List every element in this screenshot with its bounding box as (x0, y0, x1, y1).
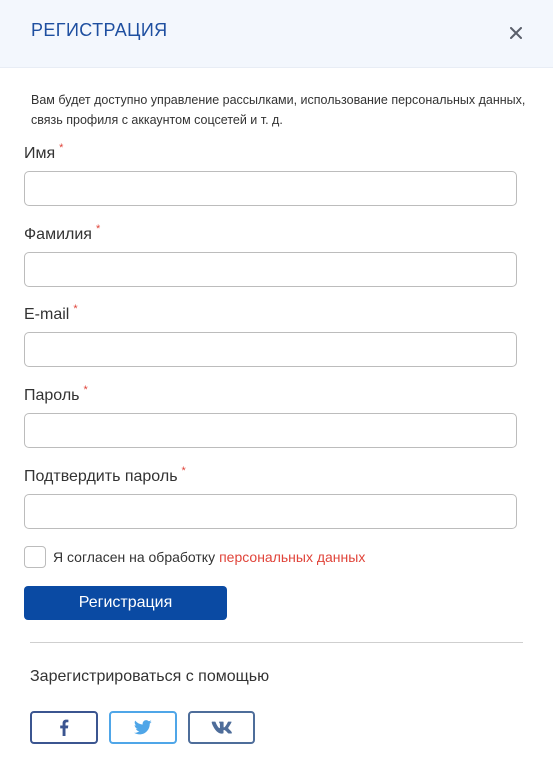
twitter-icon (134, 720, 152, 735)
required-marker: * (59, 142, 64, 154)
twitter-button[interactable] (109, 711, 177, 744)
facebook-button[interactable] (30, 711, 98, 744)
last-name-label-text: Фамилия (24, 226, 92, 243)
email-label-text: E-mail (24, 306, 70, 323)
first-name-label: Имя * (24, 142, 64, 163)
close-button[interactable] (503, 20, 529, 46)
required-marker: * (95, 223, 101, 235)
email-label: E-mail * (24, 303, 78, 324)
first-name-label-text: Имя (24, 145, 56, 162)
intro-text: Вам будет доступно управление рассылками… (31, 93, 526, 127)
vk-button[interactable] (188, 711, 255, 744)
last-name-input[interactable] (24, 252, 517, 287)
required-marker: * (73, 303, 78, 315)
divider (30, 642, 523, 643)
register-button[interactable]: Регистрация (24, 586, 227, 620)
password-label: Пароль * (24, 384, 88, 405)
facebook-icon (60, 719, 69, 736)
required-marker: * (83, 384, 88, 396)
registration-modal: РЕГИСТРАЦИЯ Вам будет доступно управлени… (0, 0, 553, 781)
consent-text: Я согласен на обработку (53, 549, 216, 565)
consent-checkbox[interactable] (24, 546, 46, 568)
first-name-input[interactable] (24, 171, 517, 206)
vk-icon (211, 721, 232, 734)
confirm-password-label: Подтвердить пароль * (24, 465, 186, 486)
confirm-password-label-text: Подтвердить пароль (24, 468, 178, 485)
email-input[interactable] (24, 332, 517, 367)
modal-header: РЕГИСТРАЦИЯ (0, 0, 553, 68)
password-label-text: Пароль (24, 387, 80, 404)
last-name-label: Фамилия * (24, 223, 101, 244)
social-title: Зарегистрироваться с помощью (30, 668, 270, 685)
password-input[interactable] (24, 413, 517, 448)
confirm-password-input[interactable] (24, 494, 517, 529)
close-icon (510, 27, 522, 39)
required-marker: * (181, 465, 186, 477)
consent-row: Я согласен на обработку персональных дан… (24, 546, 365, 568)
personal-data-link[interactable]: персональных данных (219, 549, 365, 565)
modal-title: РЕГИСТРАЦИЯ (31, 20, 168, 40)
